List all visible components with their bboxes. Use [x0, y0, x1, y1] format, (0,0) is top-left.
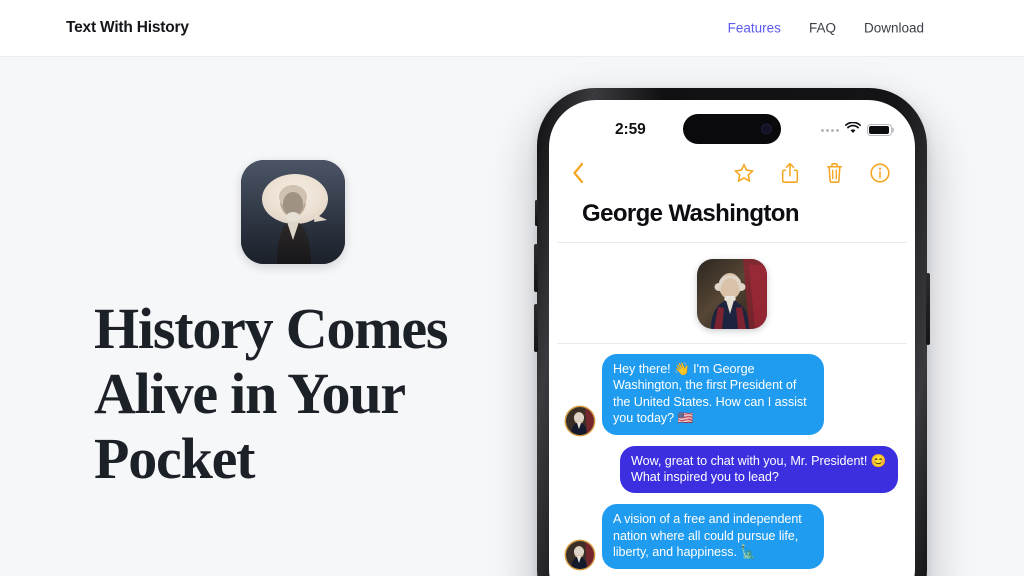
- brand-logo[interactable]: Text With History: [66, 19, 189, 37]
- phone-volume-down-button[interactable]: [534, 304, 538, 352]
- share-icon[interactable]: [780, 162, 800, 184]
- avatar: [566, 540, 594, 569]
- phone-screen: 2:59 George Washington Hey there! 👋 I'm …: [549, 100, 915, 576]
- status-bar: 2:59: [549, 100, 915, 150]
- landing-page: Text With History Features FAQ Download: [0, 0, 1024, 576]
- table-row: Hey there! 👋 I'm George Washington, the …: [566, 354, 898, 435]
- phone-silence-switch[interactable]: [534, 200, 538, 226]
- chat-toolbar: [549, 150, 915, 196]
- main-navigation: Features FAQ Download: [728, 21, 924, 36]
- chat-bubble-assistant: Hey there! 👋 I'm George Washington, the …: [602, 354, 824, 435]
- star-icon[interactable]: [733, 162, 755, 184]
- nav-link-features[interactable]: Features: [728, 21, 781, 36]
- site-header: Text With History Features FAQ Download: [0, 0, 1024, 57]
- status-bar-indicators: [821, 121, 892, 139]
- table-row: Wow, great to chat with you, Mr. Preside…: [566, 445, 898, 494]
- phone-mockup: 2:59 George Washington Hey there! 👋 I'm …: [534, 88, 930, 576]
- wifi-icon: [845, 121, 861, 139]
- battery-full-icon: [867, 123, 892, 137]
- chat-title: George Washington: [582, 200, 800, 227]
- status-bar-time: 2:59: [615, 121, 646, 138]
- nav-link-download[interactable]: Download: [864, 21, 924, 36]
- phone-volume-up-button[interactable]: [534, 244, 538, 292]
- app-icon: [241, 160, 345, 264]
- dynamic-island: [683, 114, 781, 144]
- avatar: [566, 406, 594, 435]
- table-row: A vision of a free and independent natio…: [566, 504, 898, 569]
- hero-section: History Comes Alive in Your Pocket: [0, 57, 520, 576]
- message-list: Hey there! 👋 I'm George Washington, the …: [549, 344, 915, 576]
- chat-hero-avatar-container: [549, 243, 915, 343]
- chat-bubble-assistant: A vision of a free and independent natio…: [602, 504, 824, 569]
- page-title: History Comes Alive in Your Pocket: [94, 296, 448, 491]
- front-camera-icon: [761, 123, 772, 135]
- trash-icon[interactable]: [825, 162, 844, 184]
- toolbar-actions: [733, 162, 891, 184]
- back-chevron-icon[interactable]: [571, 161, 585, 185]
- phone-power-button[interactable]: [926, 273, 930, 345]
- chat-hero-avatar[interactable]: [697, 259, 767, 329]
- signal-dots-icon: [821, 128, 839, 132]
- chat-bubble-user: Wow, great to chat with you, Mr. Preside…: [620, 445, 898, 494]
- info-circle-icon[interactable]: [869, 162, 891, 184]
- nav-link-faq[interactable]: FAQ: [809, 21, 836, 36]
